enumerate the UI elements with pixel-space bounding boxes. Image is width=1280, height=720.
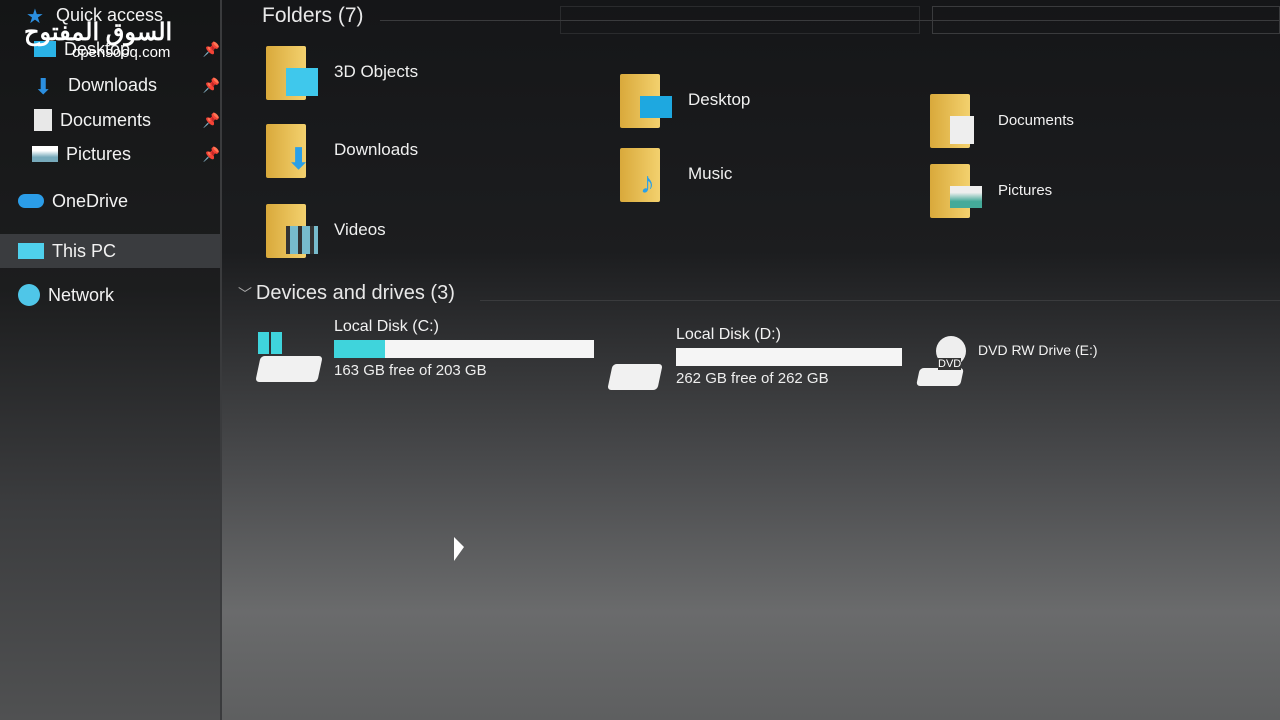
devices-header[interactable]: ﹀ Devices and drives (3) — [238, 282, 455, 305]
network-icon — [18, 284, 40, 306]
drive-icon — [607, 340, 666, 390]
sidebar-item-network[interactable]: Network — [18, 280, 238, 310]
download-arrow-icon: ⬇ — [34, 74, 53, 99]
folder-icon — [266, 42, 322, 102]
mouse-cursor — [454, 537, 464, 561]
sidebar-item-onedrive[interactable]: OneDrive — [18, 186, 238, 216]
folder-documents[interactable]: Documents — [930, 90, 1074, 150]
folder-videos[interactable]: Videos — [266, 200, 386, 260]
dvd-drive-icon: DVD — [916, 336, 968, 386]
pin-icon: 📌 — [202, 111, 220, 128]
usage-bar — [334, 340, 594, 358]
folder-icon — [620, 70, 676, 130]
watermark-logo: السوق المفتوح opensooq.com — [24, 19, 173, 61]
folder-icon — [930, 90, 986, 150]
windows-drive-icon — [255, 332, 324, 382]
pin-icon: 📌 — [202, 76, 220, 93]
chevron-down-icon: ﹀ — [238, 286, 256, 302]
sidebar-item-documents[interactable]: Documents 📌 — [34, 105, 254, 135]
navigation-pane: ★ Quick access Desktop 📌 ⬇ Downloads 📌 Docum… — [0, 0, 222, 720]
folder-icon: ♪ — [620, 144, 676, 204]
sidebar-item-this-pc[interactable]: This PC — [0, 234, 220, 268]
folders-header: Folders (7) — [262, 4, 364, 27]
folder-icon: ⬇ — [266, 120, 322, 180]
pin-icon: 📌 — [202, 40, 220, 57]
pin-icon: 📌 — [202, 145, 220, 162]
folder-icon — [930, 160, 986, 220]
folder-music[interactable]: ♪ Music — [620, 144, 732, 204]
folder-pictures[interactable]: Pictures — [930, 160, 1052, 220]
computer-icon — [18, 243, 44, 259]
drive-c[interactable]: Local Disk (C:) 163 GB free of 203 GB — [255, 318, 594, 382]
picture-icon — [32, 146, 58, 162]
drive-e[interactable]: DVD DVD RW Drive (E:) — [916, 336, 1098, 386]
sidebar-item-downloads[interactable]: ⬇ Downloads 📌 — [34, 70, 254, 100]
cloud-icon — [18, 194, 44, 208]
sidebar-item-pictures[interactable]: Pictures 📌 — [32, 139, 252, 169]
usage-bar — [676, 348, 902, 366]
drive-d[interactable]: Local Disk (D:) 262 GB free of 262 GB — [607, 326, 902, 390]
folder-downloads[interactable]: ⬇ Downloads — [266, 120, 418, 180]
folder-desktop[interactable]: Desktop — [620, 70, 750, 130]
document-icon — [34, 109, 52, 131]
folder-icon — [266, 200, 322, 260]
folder-3d-objects[interactable]: 3D Objects — [266, 42, 418, 102]
usage-fill — [334, 340, 386, 358]
